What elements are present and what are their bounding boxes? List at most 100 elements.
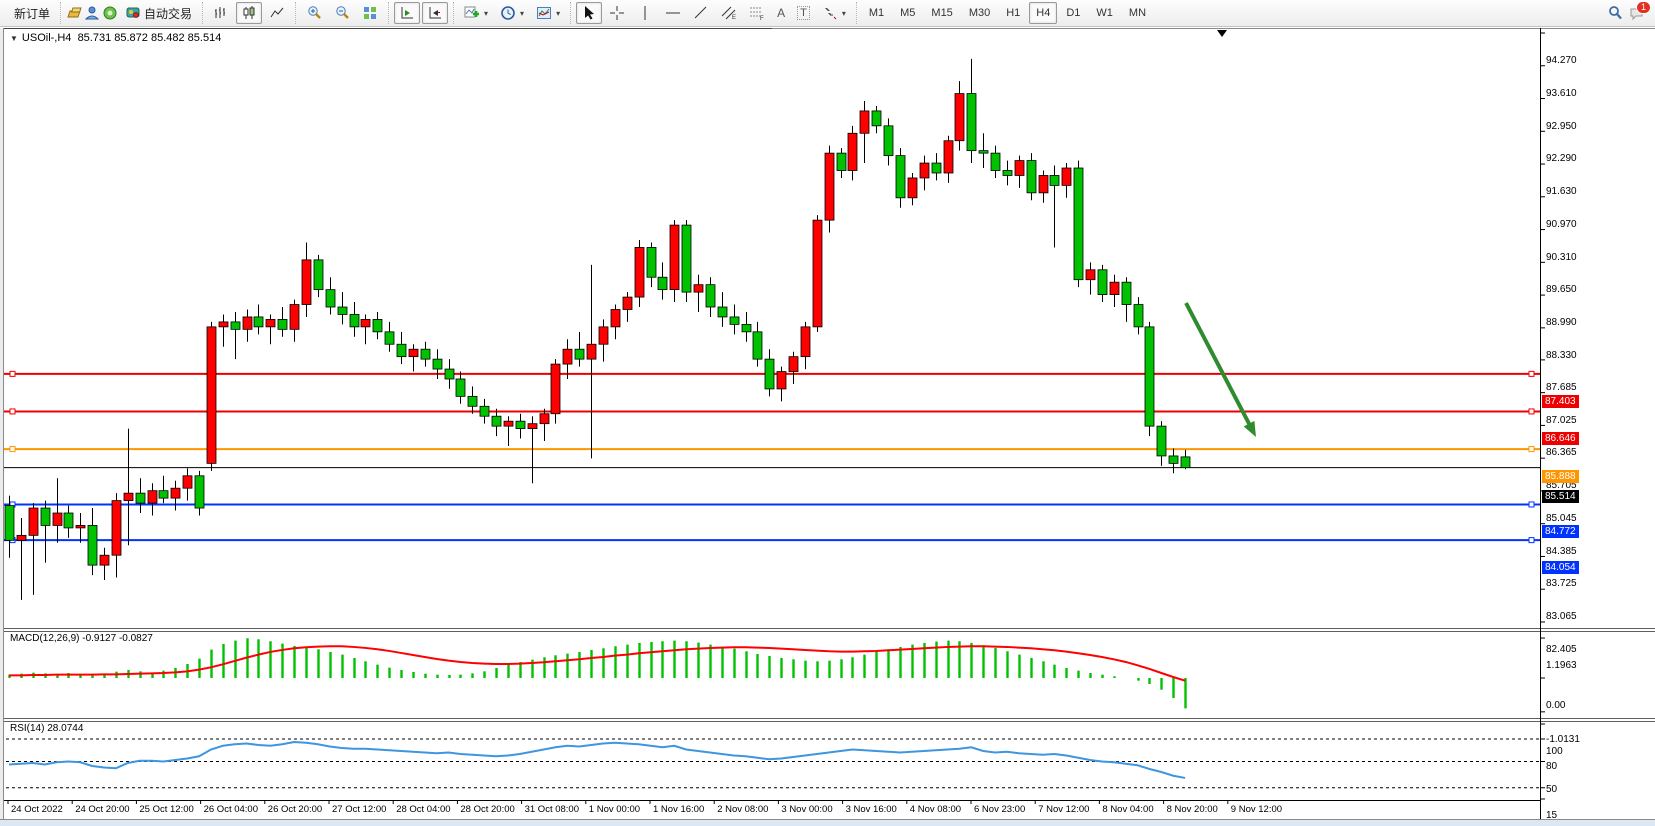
fibonacci-icon: F [749, 5, 765, 21]
time-axis-label: 28 Oct 20:00 [460, 804, 514, 815]
price-axis-label: 89.650 [1546, 284, 1577, 295]
level-price-tag: 84.772 [1542, 525, 1579, 538]
periods-clock-icon [500, 5, 516, 21]
zoom-in-button[interactable] [301, 2, 327, 24]
price-axis-label: 83.725 [1546, 578, 1577, 589]
new-order-label: 新订单 [14, 5, 50, 22]
auto-scroll-button[interactable] [394, 2, 420, 24]
periods-button[interactable]: ▾ [495, 2, 529, 24]
time-axis-label: 25 Oct 12:00 [139, 804, 193, 815]
candlestick-chart-button[interactable] [236, 2, 262, 24]
ohlc-values: 85.731 85.872 85.482 85.514 [78, 32, 222, 44]
chart-shift-button[interactable] [422, 2, 448, 24]
price-chart-canvas[interactable] [0, 28, 1655, 819]
indicators-caret-icon: ▾ [484, 9, 488, 18]
time-axis-label: 31 Oct 08:00 [525, 804, 579, 815]
timeframe-m5-button[interactable]: M5 [893, 2, 922, 24]
crosshair-tool-button[interactable] [604, 2, 630, 24]
price-axis-label: 84.385 [1546, 546, 1577, 557]
vertical-line-tool-button[interactable] [632, 2, 658, 24]
time-axis-label: 1 Nov 00:00 [589, 804, 640, 815]
price-axis-label: 86.365 [1546, 447, 1577, 458]
tile-windows-icon [362, 5, 378, 21]
price-axis-label: 91.630 [1546, 186, 1577, 197]
text-tool-button[interactable]: A [772, 2, 790, 24]
timeframe-mn-button[interactable]: MN [1122, 2, 1153, 24]
chart-expand-icon[interactable]: ▼ [10, 34, 18, 43]
svg-text:F: F [760, 16, 764, 21]
svg-text:E: E [732, 15, 736, 21]
channel-tool-button[interactable]: E [716, 2, 742, 24]
level-price-tag: 87.403 [1542, 395, 1579, 408]
time-axis-label: 24 Oct 2022 [11, 804, 63, 815]
timeframe-d1-button[interactable]: D1 [1059, 2, 1087, 24]
tile-windows-button[interactable] [357, 2, 383, 24]
time-axis-label: 1 Nov 16:00 [653, 804, 704, 815]
time-axis-label: 8 Nov 20:00 [1167, 804, 1218, 815]
profile-icon[interactable] [84, 5, 100, 21]
text-tool-icon: A [777, 6, 785, 20]
fibonacci-tool-button[interactable]: F [744, 2, 770, 24]
trading-terminal: { "toolbar": { "new_order": "新订单", "auto… [0, 0, 1655, 826]
window-bottom-strip [0, 819, 1655, 826]
candlestick-chart-icon [241, 5, 257, 21]
templates-button[interactable]: ▾ [531, 2, 565, 24]
shapes-button[interactable]: ▾ [817, 2, 851, 24]
macd-indicator-label: MACD(12,26,9) -0.9127 -0.0827 [10, 633, 153, 644]
equidistant-channel-icon: E [721, 5, 737, 21]
time-axis-label: 2 Nov 08:00 [717, 804, 768, 815]
new-order-button[interactable]: 新订单 [9, 2, 55, 24]
chart-window: ▼USOil-,H4 85.731 85.872 85.482 85.514 M… [0, 28, 1655, 819]
rsi-axis-label: 80 [1546, 761, 1557, 772]
periods-caret-icon: ▾ [520, 9, 524, 18]
timeframe-toolbar: M1 M5 M15 M30 H1 H4 D1 W1 MN [856, 2, 1158, 24]
line-chart-button[interactable] [264, 2, 290, 24]
trendline-tool-button[interactable] [688, 2, 714, 24]
rsi-indicator-label: RSI(14) 28.0744 [10, 723, 83, 734]
rsi-axis-label: 50 [1546, 784, 1557, 795]
main-toolbar: 新订单 自动交易 [0, 0, 1655, 27]
time-axis-label: 8 Nov 04:00 [1102, 804, 1153, 815]
alerts-icon[interactable] [102, 5, 118, 21]
line-chart-icon [269, 5, 285, 21]
time-axis-label: 26 Oct 04:00 [204, 804, 258, 815]
level-price-tag: 85.888 [1542, 470, 1579, 483]
notification-badge: 1 [1636, 1, 1651, 14]
timeframe-h4-button[interactable]: H4 [1029, 2, 1057, 24]
macd-axis-label: -1.0131 [1546, 734, 1580, 745]
timeframe-m30-button[interactable]: M30 [962, 2, 997, 24]
cursor-tool-button[interactable] [576, 2, 602, 24]
time-axis-label: 3 Nov 00:00 [781, 804, 832, 815]
bar-chart-icon [213, 5, 229, 21]
autotrading-icon [125, 5, 141, 21]
templates-caret-icon: ▾ [556, 9, 560, 18]
price-axis-label: 87.685 [1546, 382, 1577, 393]
bar-chart-button[interactable] [208, 2, 234, 24]
chart-title: ▼USOil-,H4 85.731 85.872 85.482 85.514 [10, 32, 221, 44]
time-axis-label: 24 Oct 20:00 [75, 804, 129, 815]
market-watch-icon[interactable] [66, 5, 82, 21]
horizontal-line-tool-button[interactable] [660, 2, 686, 24]
timeframe-w1-button[interactable]: W1 [1089, 2, 1120, 24]
level-price-tag: 84.054 [1542, 561, 1579, 574]
timeframe-h1-button[interactable]: H1 [999, 2, 1027, 24]
search-icon[interactable] [1607, 5, 1623, 21]
bid-price-tag: 85.514 [1542, 490, 1579, 503]
time-axis-label: 28 Oct 04:00 [396, 804, 450, 815]
zoom-out-icon [334, 5, 350, 21]
price-axis-label: 87.025 [1546, 415, 1577, 426]
indicators-button[interactable]: ▾ [459, 2, 493, 24]
time-axis-label: 27 Oct 12:00 [332, 804, 386, 815]
label-tool-button[interactable]: T [792, 2, 815, 24]
timeframe-m1-button[interactable]: M1 [862, 2, 891, 24]
zoom-in-icon [306, 5, 322, 21]
shapes-arrows-icon [822, 5, 838, 21]
crosshair-icon [609, 5, 625, 21]
zoom-out-button[interactable] [329, 2, 355, 24]
autotrading-button[interactable]: 自动交易 [120, 2, 197, 24]
autotrading-label: 自动交易 [144, 5, 192, 22]
price-axis-label: 92.290 [1546, 153, 1577, 164]
templates-icon [536, 5, 552, 21]
notifications-icon[interactable]: 1 [1629, 5, 1645, 21]
timeframe-m15-button[interactable]: M15 [924, 2, 959, 24]
